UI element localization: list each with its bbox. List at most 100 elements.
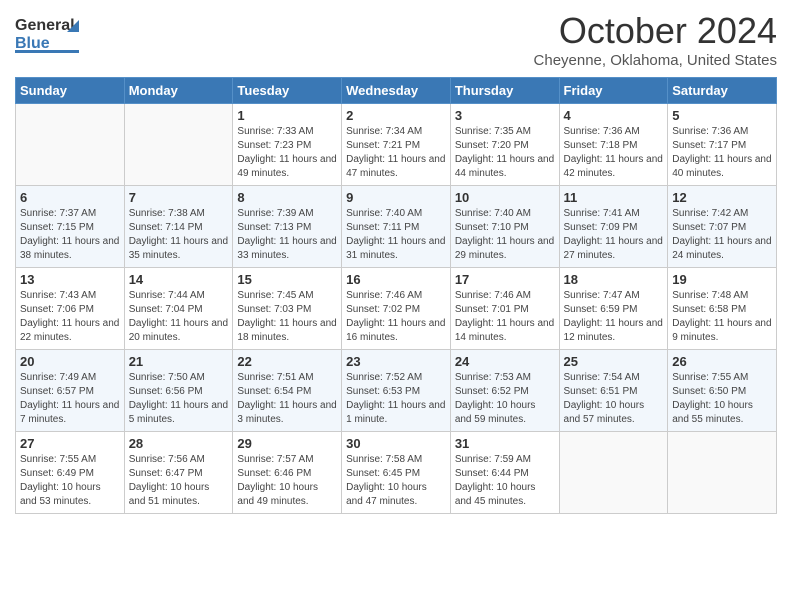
calendar-cell: 14 Sunrise: 7:44 AM Sunset: 7:04 PM Dayli… [124,268,233,350]
day-number: 7 [129,190,229,205]
day-info: Sunrise: 7:44 AM Sunset: 7:04 PM Dayligh… [129,289,229,345]
calendar-cell: 7 Sunrise: 7:38 AM Sunset: 7:14 PM Daylig… [124,186,233,268]
day-number: 29 [237,436,337,451]
calendar-cell: 10Sunrise: 7:40 AM Sunset: 7:10 PM Dayli… [450,186,559,268]
logo-icon: General Blue [15,10,85,60]
weekday-header-row: SundayMondayTuesdayWednesdayThursdayFrid… [16,78,777,104]
day-info: Sunrise: 7:46 AM Sunset: 7:01 PM Dayligh… [455,289,555,345]
day-number: 2 [346,108,446,123]
weekday-monday: Monday [124,78,233,104]
weekday-friday: Friday [559,78,668,104]
calendar-cell: 18 Sunrise: 7:47 AM Sunset: 6:59 PM Dayli… [559,268,668,350]
calendar-cell: 12Sunrise: 7:42 AM Sunset: 7:07 PM Dayli… [668,186,777,268]
weekday-wednesday: Wednesday [342,78,451,104]
day-number: 9 [346,190,446,205]
day-number: 14 [129,272,229,287]
day-info: Sunrise: 7:47 AM Sunset: 6:59 PM Dayligh… [564,289,664,345]
weekday-saturday: Saturday [668,78,777,104]
month-title: October 2024 [534,10,777,52]
calendar-cell: 15 Sunrise: 7:45 AM Sunset: 7:03 PM Dayli… [233,268,342,350]
calendar-cell: 31Sunrise: 7:59 AM Sunset: 6:44 PM Dayli… [450,432,559,514]
weekday-sunday: Sunday [16,78,125,104]
calendar-cell: 28Sunrise: 7:56 AM Sunset: 6:47 PM Dayli… [124,432,233,514]
calendar-cell: 23 Sunrise: 7:52 AM Sunset: 6:53 PM Dayli… [342,350,451,432]
day-number: 18 [564,272,664,287]
calendar-cell: 26 Sunrise: 7:55 AM Sunset: 6:50 PM Dayli… [668,350,777,432]
weekday-thursday: Thursday [450,78,559,104]
day-info: Sunrise: 7:57 AM Sunset: 6:46 PM Dayligh… [237,453,337,509]
day-number: 24 [455,354,555,369]
day-info: Sunrise: 7:33 AM Sunset: 7:23 PM Dayligh… [237,125,337,181]
weekday-tuesday: Tuesday [233,78,342,104]
calendar-cell [124,104,233,186]
calendar-cell: 8Sunrise: 7:39 AM Sunset: 7:13 PM Daylig… [233,186,342,268]
day-number: 11 [564,190,664,205]
day-info: Sunrise: 7:48 AM Sunset: 6:58 PM Dayligh… [672,289,772,345]
calendar-cell: 5 Sunrise: 7:36 AM Sunset: 7:17 PM Daylig… [668,104,777,186]
calendar-cell: 6Sunrise: 7:37 AM Sunset: 7:15 PM Daylig… [16,186,125,268]
day-info: Sunrise: 7:43 AM Sunset: 7:06 PM Dayligh… [20,289,120,345]
day-number: 1 [237,108,337,123]
day-info: Sunrise: 7:37 AM Sunset: 7:15 PM Dayligh… [20,207,120,263]
day-info: Sunrise: 7:40 AM Sunset: 7:11 PM Dayligh… [346,207,446,263]
day-number: 21 [129,354,229,369]
day-info: Sunrise: 7:50 AM Sunset: 6:56 PM Dayligh… [129,371,229,427]
day-number: 23 [346,354,446,369]
calendar-cell: 3Sunrise: 7:35 AM Sunset: 7:20 PM Daylig… [450,104,559,186]
day-number: 17 [455,272,555,287]
day-number: 27 [20,436,120,451]
day-info: Sunrise: 7:36 AM Sunset: 7:18 PM Dayligh… [564,125,664,181]
svg-text:Blue: Blue [15,35,50,52]
day-number: 25 [564,354,664,369]
day-info: Sunrise: 7:55 AM Sunset: 6:50 PM Dayligh… [672,371,772,427]
logo: General Blue [15,10,85,60]
day-number: 30 [346,436,446,451]
calendar-cell: 4 Sunrise: 7:36 AM Sunset: 7:18 PM Daylig… [559,104,668,186]
day-number: 31 [455,436,555,451]
day-info: Sunrise: 7:45 AM Sunset: 7:03 PM Dayligh… [237,289,337,345]
day-number: 26 [672,354,772,369]
day-info: Sunrise: 7:38 AM Sunset: 7:14 PM Dayligh… [129,207,229,263]
calendar-cell: 11 Sunrise: 7:41 AM Sunset: 7:09 PM Dayli… [559,186,668,268]
day-info: Sunrise: 7:55 AM Sunset: 6:49 PM Dayligh… [20,453,120,509]
day-info: Sunrise: 7:46 AM Sunset: 7:02 PM Dayligh… [346,289,446,345]
calendar-cell: 1 Sunrise: 7:33 AM Sunset: 7:23 PM Daylig… [233,104,342,186]
day-info: Sunrise: 7:52 AM Sunset: 6:53 PM Dayligh… [346,371,446,427]
day-number: 3 [455,108,555,123]
day-number: 28 [129,436,229,451]
day-number: 5 [672,108,772,123]
calendar-cell: 16 Sunrise: 7:46 AM Sunset: 7:02 PM Dayli… [342,268,451,350]
calendar-cell: 30Sunrise: 7:58 AM Sunset: 6:45 PM Dayli… [342,432,451,514]
page-container: General Blue October 2024 Cheyenne, Okla… [0,0,792,524]
day-number: 8 [237,190,337,205]
day-number: 4 [564,108,664,123]
calendar-cell: 25 Sunrise: 7:54 AM Sunset: 6:51 PM Dayli… [559,350,668,432]
day-info: Sunrise: 7:41 AM Sunset: 7:09 PM Dayligh… [564,207,664,263]
week-row-1: 1 Sunrise: 7:33 AM Sunset: 7:23 PM Daylig… [16,104,777,186]
calendar-cell: 22 Sunrise: 7:51 AM Sunset: 6:54 PM Dayli… [233,350,342,432]
day-number: 16 [346,272,446,287]
day-info: Sunrise: 7:54 AM Sunset: 6:51 PM Dayligh… [564,371,664,427]
calendar-cell: 2 Sunrise: 7:34 AM Sunset: 7:21 PM Daylig… [342,104,451,186]
day-info: Sunrise: 7:34 AM Sunset: 7:21 PM Dayligh… [346,125,446,181]
location: Cheyenne, Oklahoma, United States [534,52,777,69]
day-number: 20 [20,354,120,369]
day-info: Sunrise: 7:51 AM Sunset: 6:54 PM Dayligh… [237,371,337,427]
day-info: Sunrise: 7:40 AM Sunset: 7:10 PM Dayligh… [455,207,555,263]
calendar-table: SundayMondayTuesdayWednesdayThursdayFrid… [15,77,777,514]
day-number: 22 [237,354,337,369]
week-row-4: 20 Sunrise: 7:49 AM Sunset: 6:57 PM Dayli… [16,350,777,432]
day-number: 19 [672,272,772,287]
svg-text:General: General [15,17,75,34]
week-row-2: 6Sunrise: 7:37 AM Sunset: 7:15 PM Daylig… [16,186,777,268]
day-info: Sunrise: 7:49 AM Sunset: 6:57 PM Dayligh… [20,371,120,427]
calendar-cell [668,432,777,514]
calendar-cell [16,104,125,186]
calendar-cell: 17 Sunrise: 7:46 AM Sunset: 7:01 PM Dayli… [450,268,559,350]
day-info: Sunrise: 7:36 AM Sunset: 7:17 PM Dayligh… [672,125,772,181]
day-number: 12 [672,190,772,205]
calendar-cell: 9 Sunrise: 7:40 AM Sunset: 7:11 PM Daylig… [342,186,451,268]
day-number: 15 [237,272,337,287]
calendar-cell [559,432,668,514]
calendar-cell: 21 Sunrise: 7:50 AM Sunset: 6:56 PM Dayli… [124,350,233,432]
